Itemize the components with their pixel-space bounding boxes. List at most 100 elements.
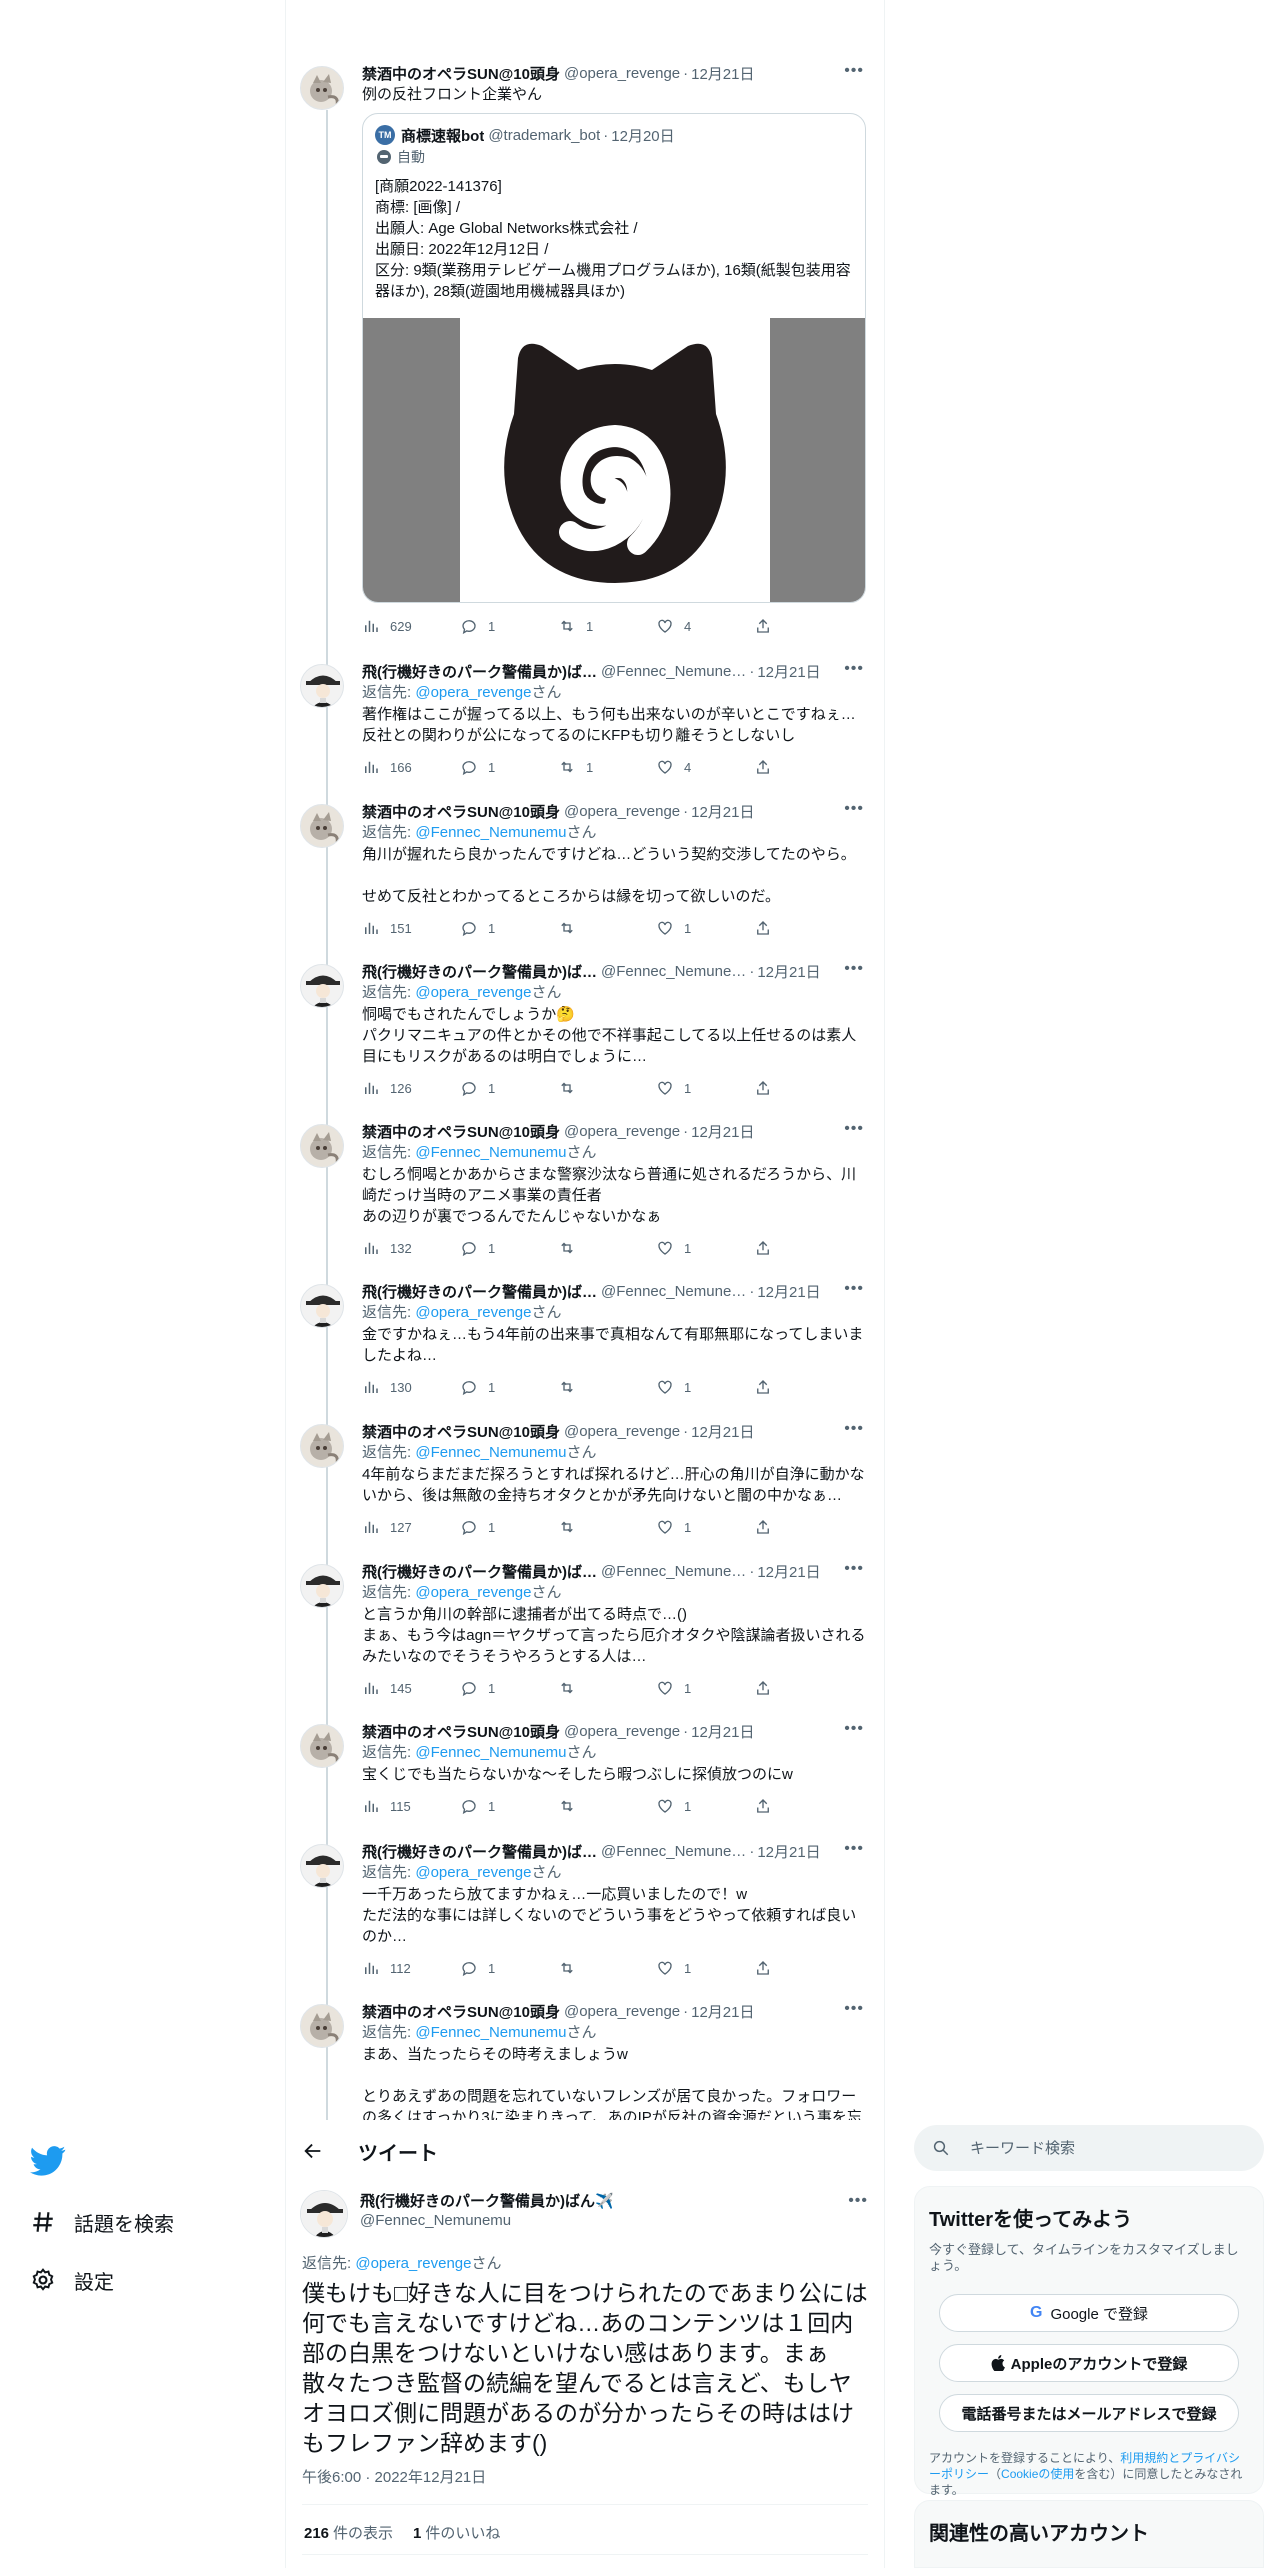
- retweet-button[interactable]: [558, 1239, 656, 1257]
- reply-mention[interactable]: @opera_revenge: [415, 984, 531, 1001]
- tweet-date[interactable]: 12月21日: [757, 1281, 820, 1302]
- more-icon[interactable]: •••: [844, 62, 864, 80]
- views-button[interactable]: 127: [362, 1518, 460, 1536]
- author-name[interactable]: 禁酒中のオペラSUN@10頭身: [362, 801, 560, 822]
- author-name[interactable]: 飛(行機好きのパーク警備員か)ば…: [362, 1561, 597, 1582]
- share-button[interactable]: [754, 1797, 852, 1815]
- author-handle[interactable]: @Fennec_Nemunemu: [360, 2212, 511, 2229]
- more-icon[interactable]: •••: [844, 1280, 864, 1298]
- avatar[interactable]: [300, 1724, 344, 1768]
- retweet-button[interactable]: [558, 1797, 656, 1815]
- share-button[interactable]: [754, 1079, 852, 1097]
- author-name[interactable]: 飛(行機好きのパーク警備員か)ばん✈️: [360, 2190, 614, 2211]
- likes-stat[interactable]: 1 件のいいね: [413, 2522, 500, 2543]
- like-button[interactable]: 1: [656, 1797, 754, 1815]
- more-icon[interactable]: •••: [844, 1560, 864, 1578]
- views-button[interactable]: 115: [362, 1797, 460, 1815]
- author-handle[interactable]: @Fennec_Nemune…: [601, 1843, 746, 1860]
- share-button[interactable]: [754, 1679, 852, 1697]
- avatar[interactable]: [300, 1424, 344, 1468]
- views-stat[interactable]: 216 件の表示: [304, 2522, 393, 2543]
- author-handle[interactable]: @opera_revenge: [564, 1723, 680, 1740]
- tweet-date[interactable]: 12月21日: [757, 1561, 820, 1582]
- retweet-button[interactable]: [558, 1518, 656, 1536]
- retweet-button[interactable]: [558, 1079, 656, 1097]
- author-handle[interactable]: @Fennec_Nemune…: [601, 663, 746, 680]
- avatar[interactable]: [300, 1284, 344, 1328]
- share-button[interactable]: [754, 1378, 852, 1396]
- avatar[interactable]: [300, 1124, 344, 1168]
- avatar[interactable]: [300, 2190, 348, 2238]
- like-button[interactable]: 1: [656, 1079, 754, 1097]
- tweet-timestamp[interactable]: 午後6:00 · 2022年12月21日: [302, 2466, 486, 2487]
- views-button[interactable]: 112: [362, 1959, 460, 1977]
- reply-button[interactable]: 1: [460, 1079, 558, 1097]
- retweet-button[interactable]: [558, 1959, 656, 1977]
- like-button[interactable]: 1: [656, 919, 754, 937]
- reply-mention[interactable]: @opera_revenge: [415, 1304, 531, 1321]
- more-icon[interactable]: •••: [844, 1720, 864, 1738]
- tweet-date[interactable]: 12月21日: [691, 2001, 754, 2022]
- views-button[interactable]: 130: [362, 1378, 460, 1396]
- views-button[interactable]: 145: [362, 1679, 460, 1697]
- tweet-date[interactable]: 12月21日: [757, 961, 820, 982]
- reply-mention[interactable]: @Fennec_Nemunemu: [415, 1144, 566, 1161]
- share-button[interactable]: [754, 1518, 852, 1536]
- like-button[interactable]: 1: [656, 1378, 754, 1396]
- like-button[interactable]: 1: [656, 1239, 754, 1257]
- author-handle[interactable]: @opera_revenge: [564, 65, 680, 82]
- tweet-date[interactable]: 12月21日: [691, 63, 754, 84]
- author-name[interactable]: 飛(行機好きのパーク警備員か)ば…: [362, 661, 597, 682]
- nav-explore[interactable]: 話題を検索: [30, 2202, 174, 2242]
- views-button[interactable]: 166: [362, 758, 460, 776]
- views-button[interactable]: 132: [362, 1239, 460, 1257]
- views-button[interactable]: 151: [362, 919, 460, 937]
- author-name[interactable]: 禁酒中のオペラSUN@10頭身: [362, 1421, 560, 1442]
- author-handle[interactable]: @Fennec_Nemune…: [601, 1283, 746, 1300]
- reply-button[interactable]: 1: [460, 919, 558, 937]
- avatar[interactable]: [300, 804, 344, 848]
- author-handle[interactable]: @Fennec_Nemune…: [601, 1563, 746, 1580]
- more-icon[interactable]: •••: [844, 1840, 864, 1858]
- reply-button[interactable]: 1: [460, 758, 558, 776]
- avatar[interactable]: [300, 1844, 344, 1888]
- like-button[interactable]: 4: [656, 617, 754, 635]
- reply-mention[interactable]: @opera_revenge: [415, 1584, 531, 1601]
- phone-email-signup-button[interactable]: 電話番号またはメールアドレスで登録: [939, 2394, 1239, 2432]
- more-icon[interactable]: •••: [844, 2000, 864, 2018]
- nav-settings[interactable]: 設定: [30, 2260, 114, 2300]
- reply-button[interactable]: 1: [460, 617, 558, 635]
- like-button[interactable]: 1: [656, 1959, 754, 1977]
- google-signup-button[interactable]: G Google で登録: [939, 2294, 1239, 2332]
- reply-mention[interactable]: @Fennec_Nemunemu: [415, 2024, 566, 2041]
- more-icon[interactable]: •••: [844, 1120, 864, 1138]
- tweet-date[interactable]: 12月21日: [691, 1421, 754, 1442]
- reply-mention[interactable]: @opera_revenge: [355, 2255, 471, 2272]
- avatar[interactable]: [300, 664, 344, 708]
- author-name[interactable]: 飛(行機好きのパーク警備員か)ば…: [362, 1841, 597, 1862]
- reply-mention[interactable]: @Fennec_Nemunemu: [415, 1744, 566, 1761]
- author-name[interactable]: 飛(行機好きのパーク警備員か)ば…: [362, 961, 597, 982]
- search-input[interactable]: [970, 2139, 1240, 2157]
- share-button[interactable]: [754, 1959, 852, 1977]
- tweet-date[interactable]: 12月21日: [757, 661, 820, 682]
- avatar[interactable]: [300, 66, 344, 110]
- retweet-button[interactable]: [558, 919, 656, 937]
- avatar[interactable]: [300, 2004, 344, 2048]
- author-name[interactable]: 禁酒中のオペラSUN@10頭身: [362, 1121, 560, 1142]
- more-icon[interactable]: •••: [844, 660, 864, 678]
- author-handle[interactable]: @opera_revenge: [564, 1423, 680, 1440]
- reply-button[interactable]: 1: [460, 1679, 558, 1697]
- author-name[interactable]: 禁酒中のオペラSUN@10頭身: [362, 1721, 560, 1742]
- like-button[interactable]: 1: [656, 1679, 754, 1697]
- tweet-date[interactable]: 12月21日: [691, 1721, 754, 1742]
- reply-button[interactable]: 1: [460, 1959, 558, 1977]
- cookie-link[interactable]: Cookieの使用: [1001, 2467, 1074, 2481]
- reply-button[interactable]: 1: [460, 1797, 558, 1815]
- search-box[interactable]: [914, 2125, 1264, 2171]
- retweet-button[interactable]: [558, 1679, 656, 1697]
- author-handle[interactable]: @Fennec_Nemune…: [601, 963, 746, 980]
- quoted-tweet[interactable]: TM 商標速報bot @trademark_bot · 12月20日 自動 [商…: [362, 113, 866, 603]
- author-name[interactable]: 飛(行機好きのパーク警備員か)ば…: [362, 1281, 597, 1302]
- retweet-button[interactable]: 1: [558, 758, 656, 776]
